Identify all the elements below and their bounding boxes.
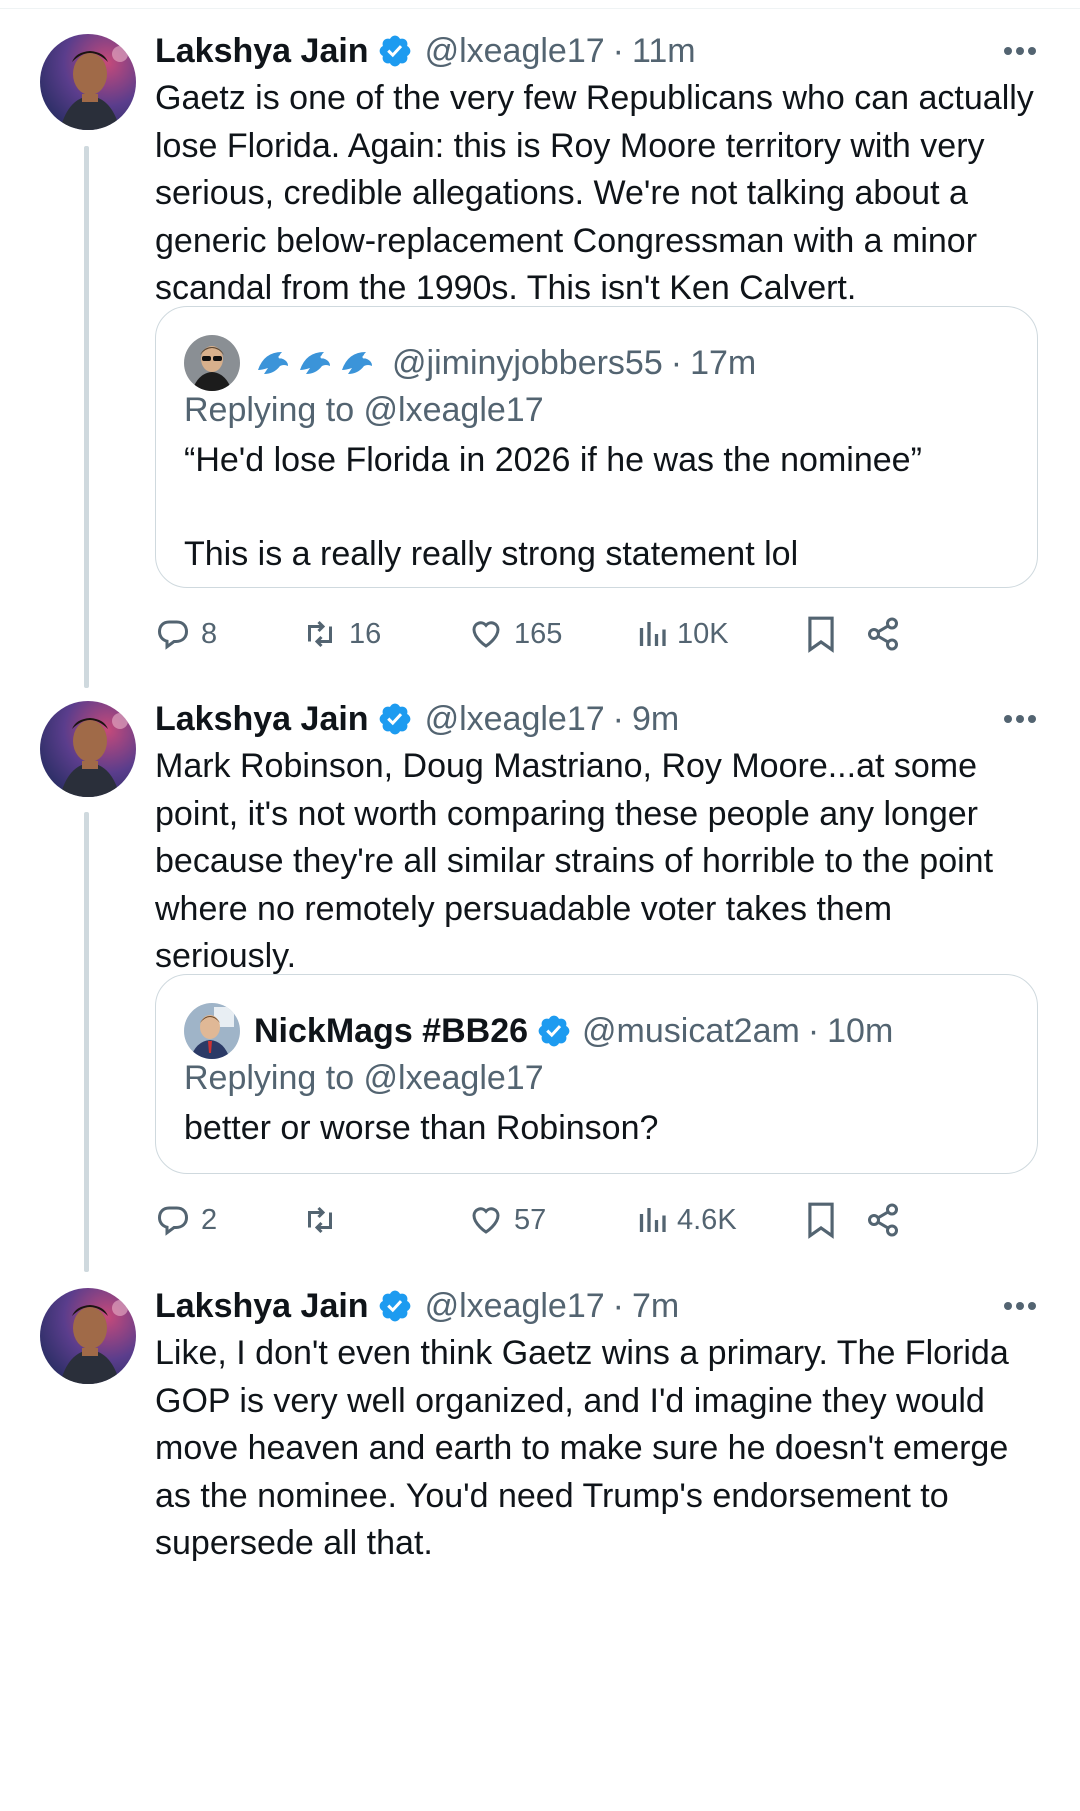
reply-button[interactable]: 8 (155, 609, 217, 659)
quoted-tweet-header: @jiminyjobbers55 · 17m (184, 335, 756, 391)
tweet-header: Lakshya Jain @lxeagle17 · 9m (155, 697, 1040, 741)
separator-dot: · (612, 1286, 624, 1325)
quoted-handle: @jiminyjobbers55 (392, 343, 663, 382)
handle[interactable]: @lxeagle17 (425, 1287, 605, 1326)
more-options-icon[interactable] (1000, 1284, 1040, 1328)
avatar[interactable] (40, 701, 136, 797)
handle[interactable]: @lxeagle17 (425, 700, 605, 739)
tweet: Lakshya Jain @lxeagle17 · 11m Gaetz is o… (155, 29, 1040, 313)
quoted-tweet[interactable]: @jiminyjobbers55 · 17m Replying to @lxea… (155, 306, 1038, 588)
dolphin-emoji-icon (296, 344, 334, 382)
separator-dot: · (807, 1011, 820, 1050)
repost-icon (308, 1206, 332, 1234)
separator-dot: · (612, 699, 624, 738)
reply-button[interactable]: 2 (155, 1195, 217, 1245)
separator-dot: · (670, 343, 683, 382)
tweet-text: Like, I don't even think Gaetz wins a pr… (155, 1334, 1019, 1562)
verified-badge-icon (377, 1288, 413, 1324)
timestamp[interactable]: 9m (632, 700, 679, 739)
heart-icon (472, 1207, 500, 1234)
share-icon (868, 1203, 898, 1237)
dolphin-emoji-name (254, 344, 380, 382)
tweet: Lakshya Jain @lxeagle17 · 7m Like, I don… (155, 1284, 1040, 1568)
quoted-avatar (184, 1003, 240, 1059)
tweet-text: Gaetz is one of the very few Republicans… (155, 79, 1044, 307)
verified-badge-icon (536, 1013, 572, 1049)
share-icon (868, 617, 898, 651)
quoted-text: better or worse than Robinson? (184, 1109, 659, 1147)
like-count: 57 (514, 1203, 547, 1236)
quoted-handle: @musicat2am (582, 1011, 800, 1050)
bookmark-button[interactable] (805, 1195, 837, 1245)
dolphin-emoji-icon (254, 344, 292, 382)
handle[interactable]: @lxeagle17 (425, 32, 605, 71)
quoted-tweet[interactable]: NickMags #BB26 @musicat2am · 10m Replyin… (155, 974, 1038, 1174)
quoted-text: “He'd lose Florida in 2026 if he was the… (184, 441, 922, 573)
bookmark-button[interactable] (805, 609, 837, 659)
views-icon (639, 622, 666, 646)
bookmark-icon (808, 616, 834, 653)
dolphin-emoji-icon (338, 344, 376, 382)
more-options-icon[interactable] (1000, 29, 1040, 73)
quoted-tweet-header: NickMags #BB26 @musicat2am · 10m (184, 1003, 893, 1059)
quoted-timestamp: 10m (827, 1011, 894, 1050)
like-button[interactable]: 57 (468, 1195, 546, 1245)
display-name[interactable]: Lakshya Jain (155, 32, 369, 71)
timestamp[interactable]: 11m (632, 32, 696, 71)
verified-badge-icon (377, 701, 413, 737)
reply-count: 2 (201, 1203, 218, 1236)
views-count: 4.6K (677, 1203, 737, 1236)
tweet-actions: 8 16 165 10K (155, 609, 1040, 659)
display-name[interactable]: Lakshya Jain (155, 700, 369, 739)
separator-dot: · (612, 31, 624, 70)
tweet: Lakshya Jain @lxeagle17 · 9m Mark Robins… (155, 697, 1040, 981)
repost-button[interactable] (301, 1195, 349, 1245)
tweet-text: Mark Robinson, Doug Mastriano, Roy Moore… (155, 747, 1003, 975)
display-name[interactable]: Lakshya Jain (155, 1287, 369, 1326)
more-options-icon[interactable] (1000, 697, 1040, 741)
quoted-display-name: NickMags #BB26 (254, 1011, 529, 1050)
avatar[interactable] (40, 1288, 136, 1384)
replying-to: Replying to @lxeagle17 (184, 391, 544, 429)
reply-icon (157, 620, 189, 650)
bookmark-icon (808, 1202, 834, 1239)
like-button[interactable]: 165 (468, 609, 562, 659)
avatar[interactable] (40, 34, 136, 130)
repost-count: 16 (349, 617, 382, 650)
reply-icon (157, 1206, 189, 1236)
like-count: 165 (514, 617, 563, 650)
views-button[interactable]: 10K (637, 609, 729, 659)
views-count: 10K (677, 617, 729, 650)
thread-connector (84, 146, 89, 688)
repost-icon (308, 620, 332, 648)
replying-to: Replying to @lxeagle17 (184, 1059, 544, 1097)
thread-connector (84, 812, 89, 1272)
share-button[interactable] (865, 1195, 901, 1245)
top-divider (0, 0, 1080, 9)
tweet-header: Lakshya Jain @lxeagle17 · 11m (155, 29, 1040, 73)
quoted-timestamp: 17m (690, 343, 757, 382)
verified-badge-icon (377, 33, 413, 69)
timestamp[interactable]: 7m (632, 1287, 679, 1326)
heart-icon (472, 621, 500, 648)
quoted-avatar (184, 335, 240, 391)
tweet-actions: 2 57 4.6K (155, 1195, 1040, 1245)
reply-count: 8 (201, 617, 218, 650)
views-icon (639, 1208, 666, 1232)
share-button[interactable] (865, 609, 901, 659)
repost-button[interactable]: 16 (301, 609, 381, 659)
tweet-header: Lakshya Jain @lxeagle17 · 7m (155, 1284, 1040, 1328)
views-button[interactable]: 4.6K (637, 1195, 737, 1245)
